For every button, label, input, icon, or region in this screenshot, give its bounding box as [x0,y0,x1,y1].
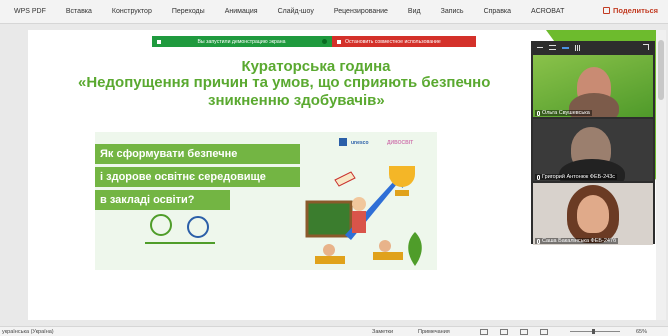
video-participants-panel: Ольга Свушевська Григорий Антонюк ФЕБ-24… [531,41,655,245]
slide-title-line2: «Недопущення причин та умов, що сприяють… [78,74,491,91]
banner-line1: Як сформувати безпечне [95,144,300,164]
student2-head [323,244,335,256]
slide-title-line1: Кураторська година [241,58,391,75]
tab-view[interactable]: Вид [408,8,421,15]
speaker-view-icon[interactable] [562,46,569,49]
brand-unesco: unesco [351,140,369,146]
ribbon: WPS PDF Вставка Конструктор Переходы Ани… [0,0,668,24]
mic-icon [537,238,540,244]
ribbon-tabs: WPS PDF Вставка Конструктор Переходы Ани… [0,8,584,15]
view-buttons [480,328,548,335]
notes-button[interactable]: Заметки [372,329,393,335]
mic-icon [537,110,540,116]
sharing-indicator: Вы запустили демонстрацию экрана [152,36,332,47]
tab-acrobat[interactable]: ACROBAT [531,8,564,15]
unesco-logo-icon [339,138,347,146]
tab-insert[interactable]: Вставка [66,8,92,15]
video-panel-toolbar [531,41,655,54]
comments-button[interactable]: Примечания [418,329,450,335]
tab-review[interactable]: Рецензирование [334,8,388,15]
trophy-base [395,190,409,196]
banner-line3: в закладі освіти? [95,190,230,210]
zoom-slider-thumb[interactable] [592,329,595,334]
reading-view-icon[interactable] [520,328,528,335]
shield-check-icon [150,214,172,236]
student2-desk [315,256,345,264]
minimize-icon[interactable] [537,47,543,48]
participant-name-1: Ольга Свушевська [535,110,592,116]
scrollbar-thumb[interactable] [658,40,664,100]
participant-tile-3[interactable]: Саша Бакалінська ФЕБ-247б [533,183,653,245]
normal-view-icon[interactable] [480,328,488,335]
list-view-icon[interactable] [549,45,556,50]
mic-icon [537,174,540,180]
share-label: Поделиться [612,6,658,15]
banner-line2: і здорове освітнє середовище [95,167,300,187]
status-bar: українська (Україна) Заметки Примечания … [0,326,668,336]
settings-dot-icon[interactable] [321,39,327,44]
plant-illustration [408,232,422,266]
participant-video-3 [577,195,609,233]
participant-name-2: Григорий Антонюк ФЕБ-243с [535,174,618,180]
tab-wps-pdf[interactable]: WPS PDF [14,8,46,15]
participant-label-3: Саша Бакалінська ФЕБ-247б [542,238,617,244]
slide-title-line3: зникненню здобувачів» [208,92,385,109]
diploma-scroll [334,171,356,187]
vertical-scrollbar[interactable] [656,30,666,320]
student-head [379,240,391,252]
share-icon [602,7,610,14]
stop-icon [337,39,341,44]
participant-tile-1[interactable]: Ольга Свушевська [533,55,653,117]
participant-label-1: Ольга Свушевська [542,110,590,116]
brand-partner: ДИВОСВІТ [387,140,414,146]
tab-help[interactable]: Справка [484,8,511,15]
tab-transitions[interactable]: Переходы [172,8,205,15]
participant-tile-2[interactable]: Григорий Антонюк ФЕБ-243с [533,119,653,181]
plant-leaves [408,232,422,266]
stop-sharing-button[interactable]: Остановить совместное использование [332,36,476,47]
participant-name-3: Саша Бакалінська ФЕБ-247б [535,238,619,244]
share-button[interactable]: Поделиться [602,6,658,15]
divider-line [145,242,215,244]
slide-sorter-icon[interactable] [500,328,508,335]
expand-icon[interactable] [643,44,649,50]
stop-sharing-label: Остановить совместное использование [345,38,441,45]
share-screen-icon [157,39,161,44]
zoom-level[interactable]: 65% [636,329,647,335]
tab-slideshow[interactable]: Слайд-шоу [278,8,314,15]
screen-share-bar: Вы запустили демонстрацию экрана Останов… [152,36,476,47]
zoom-slider[interactable] [570,331,620,332]
tab-designer[interactable]: Конструктор [112,8,152,15]
slide-banner-image: Як сформувати безпечне і здорове освітнє… [95,132,437,270]
sharing-text: Вы запустили демонстрацию экрана [197,38,286,45]
teacher-body [352,211,366,233]
chalkboard [305,200,353,238]
teacher-head [352,197,366,211]
student-cap-icon [187,216,209,238]
language-indicator[interactable]: українська (Україна) [2,329,54,335]
tab-animation[interactable]: Анимация [225,8,258,15]
grid-view-icon[interactable] [575,44,581,51]
slideshow-view-icon[interactable] [540,328,548,335]
participant-label-2: Григорий Антонюк ФЕБ-243с [542,174,616,180]
tab-record[interactable]: Запись [441,8,464,15]
